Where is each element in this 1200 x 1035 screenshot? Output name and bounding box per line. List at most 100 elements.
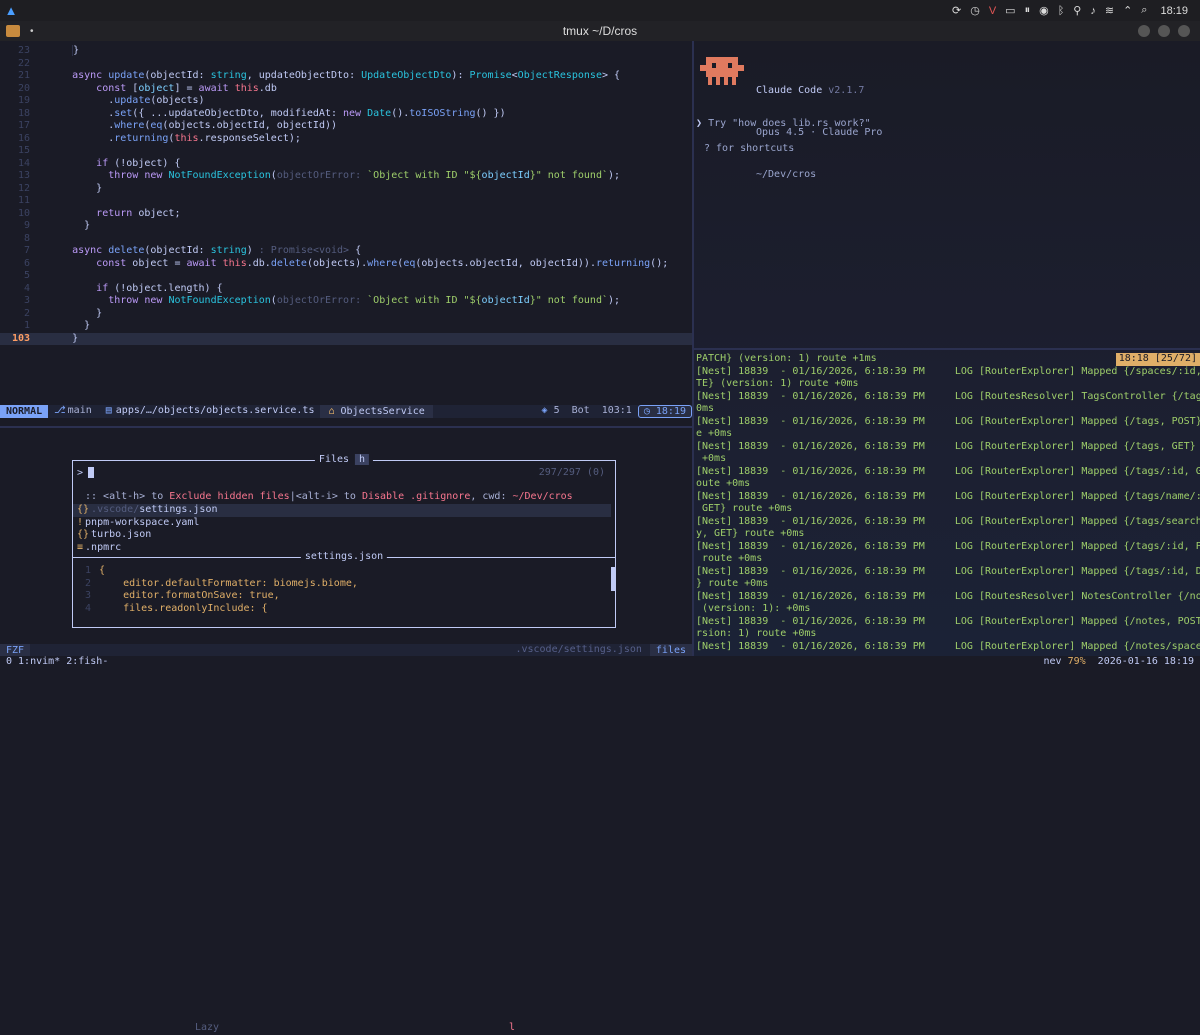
code-line[interactable]: 19 .update(objects)	[0, 95, 692, 108]
right-pane: Claude Code v2.1.7 Opus 4.5 · Claude Pro…	[694, 41, 1200, 657]
code-editor[interactable]: 23 } 22 21 async update(objectId: string,…	[0, 41, 692, 405]
code-line[interactable]: 13 throw new NotFoundException(objectOrE…	[0, 170, 692, 183]
code-text[interactable]: throw new NotFoundException(objectOrErro…	[32, 295, 620, 308]
code-line[interactable]: 4 if (!object.length) {	[0, 283, 692, 296]
pane-divider-horizontal[interactable]	[0, 426, 692, 428]
code-line[interactable]: 2 }	[0, 308, 692, 321]
code-line[interactable]: 3 throw new NotFoundException(objectOrEr…	[0, 295, 692, 308]
code-line[interactable]: 7 async delete(objectId: string) : Promi…	[0, 245, 692, 258]
line-number: 13	[17, 170, 30, 181]
fzf-list-item[interactable]: {} .vscode/settings.json	[73, 504, 611, 517]
mic-icon[interactable]: ♪	[1090, 5, 1096, 17]
code-text[interactable]: async delete(objectId: string) : Promise…	[32, 245, 361, 258]
fzf-prompt[interactable]: >	[77, 467, 95, 480]
claude-name: Claude Code	[756, 85, 823, 96]
code-text[interactable]: }	[32, 45, 79, 58]
code-line[interactable]: 8	[0, 233, 692, 246]
timer-icon[interactable]: ◷	[970, 4, 980, 17]
code-text[interactable]: if (!object.length) {	[32, 283, 222, 296]
code-text[interactable]: const [object] = await this.db	[32, 83, 277, 96]
code-text[interactable]: }	[32, 183, 102, 196]
code-line[interactable]: 17 .where(eq(objects.objectId, objectId)…	[0, 120, 692, 133]
tmux-battery: 79%	[1067, 655, 1086, 667]
log-line: [Nest] 18839 - 01/16/2026, 6:18:39 PM LO…	[696, 440, 1200, 452]
chevron-up-icon[interactable]: ⌃	[1123, 4, 1132, 17]
code-text[interactable]: async update(objectId: string, updateObj…	[32, 70, 620, 83]
tmux-host: nev	[1043, 655, 1062, 667]
code-text[interactable]: .returning(this.responseSelect);	[32, 133, 301, 146]
prompt-chevron-icon: ❯	[696, 118, 703, 129]
code-line[interactable]: 12 }	[0, 183, 692, 196]
fzf-title-key: h	[355, 454, 370, 465]
close-button[interactable]	[1178, 25, 1190, 37]
tmux-datetime: 2026-01-16 18:19	[1097, 655, 1194, 667]
clock[interactable]: 18:19	[1160, 5, 1188, 17]
fzf-selected-path: .vscode/settings.json	[515, 644, 642, 656]
code-line[interactable]: 9 }	[0, 220, 692, 233]
file-type-icon: ≡	[77, 541, 84, 553]
code-text[interactable]: .set({ ...updateObjectDto, modifiedAt: n…	[32, 108, 505, 121]
code-text[interactable]: throw new NotFoundException(objectOrErro…	[32, 170, 620, 183]
code-text[interactable]: }	[32, 220, 90, 233]
bluetooth-icon[interactable]: ᛒ	[1058, 5, 1065, 17]
claude-crab-icon	[700, 57, 744, 85]
code-line[interactable]: 11	[0, 195, 692, 208]
code-line[interactable]: 1 }	[0, 320, 692, 333]
preview-text: {	[99, 565, 106, 576]
pause-icon[interactable]: ⏸	[1025, 4, 1031, 17]
tmux-windows[interactable]: 0 1:nvim* 2:fish-	[0, 656, 108, 669]
preview-scrollbar[interactable]	[611, 567, 615, 591]
volume-icon[interactable]: ◉	[1039, 4, 1049, 17]
code-line[interactable]: 20 const [object] = await this.db	[0, 83, 692, 96]
code-line[interactable]: 14 if (!object) {	[0, 158, 692, 171]
code-line[interactable]: 10 return object;	[0, 208, 692, 221]
code-line[interactable]: 15	[0, 145, 692, 158]
fzf-picker[interactable]: Files h > 297/297 (0) :: <alt-h> to Exclu…	[72, 454, 616, 628]
log-line: rsion: 1) route +0ms	[696, 628, 817, 639]
code-line[interactable]: 103 }	[0, 332, 692, 346]
clipboard-icon[interactable]: ▭	[1005, 4, 1015, 17]
code-line[interactable]: 21 async update(objectId: string, update…	[0, 70, 692, 83]
prompt-arrow: >	[77, 467, 84, 479]
location-icon[interactable]: ⚲	[1073, 4, 1081, 17]
maximize-button[interactable]	[1158, 25, 1170, 37]
search-icon[interactable]: ⌕	[1141, 4, 1147, 17]
code-text[interactable]	[32, 58, 72, 71]
code-line[interactable]: 18 .set({ ...updateObjectDto, modifiedAt…	[0, 108, 692, 121]
server-log[interactable]: 18:18 [25/72] PATCH} (version: 1) route …	[694, 353, 1200, 653]
code-text[interactable]: if (!object) {	[32, 158, 180, 171]
code-text[interactable]: }	[32, 320, 90, 333]
file-icon: ▤	[105, 405, 112, 417]
fzf-list-item[interactable]: ! pnpm-workspace.yaml	[73, 517, 611, 530]
line-number: 19	[17, 95, 30, 106]
file-name: settings.json	[139, 504, 218, 515]
code-text[interactable]: .where(eq(objects.objectId, objectId))	[32, 120, 337, 133]
code-line[interactable]: 23 }	[0, 45, 692, 58]
vpn-icon[interactable]: V	[989, 5, 996, 17]
code-line[interactable]: 16 .returning(this.responseSelect);	[0, 133, 692, 146]
refresh-icon[interactable]: ⟳	[952, 4, 961, 17]
pane-divider-right[interactable]	[694, 348, 1200, 350]
code-line[interactable]: 22	[0, 58, 692, 71]
line-number: 7	[23, 245, 30, 256]
code-line[interactable]: 6 const object = await this.db.delete(ob…	[0, 258, 692, 271]
code-text[interactable]	[32, 233, 72, 246]
code-text[interactable]: }	[32, 333, 78, 346]
code-text[interactable]	[32, 195, 72, 208]
file-name: turbo.json	[91, 529, 152, 540]
claude-code-pane[interactable]: Claude Code v2.1.7 Opus 4.5 · Claude Pro…	[694, 41, 1200, 341]
fzf-list-item[interactable]: {} turbo.json	[73, 529, 611, 542]
code-text[interactable]: .update(objects)	[32, 95, 204, 108]
arch-logo-icon[interactable]: ▲	[0, 0, 22, 21]
code-text[interactable]: return object;	[32, 208, 180, 221]
claude-prompt-input[interactable]: Try "how does lib.rs work?"	[708, 118, 871, 129]
fzf-header-mid: |<alt-i> to	[289, 491, 362, 502]
minimize-button[interactable]	[1138, 25, 1150, 37]
wifi-icon[interactable]: ≋	[1105, 4, 1114, 17]
code-text[interactable]	[32, 145, 72, 158]
code-text[interactable]	[32, 270, 72, 283]
code-text[interactable]: const object = await this.db.delete(obje…	[32, 258, 668, 271]
code-text[interactable]: }	[32, 308, 102, 321]
claude-prompt[interactable]: ❯ Try "how does lib.rs work?"	[694, 118, 1200, 132]
code-line[interactable]: 5	[0, 270, 692, 283]
